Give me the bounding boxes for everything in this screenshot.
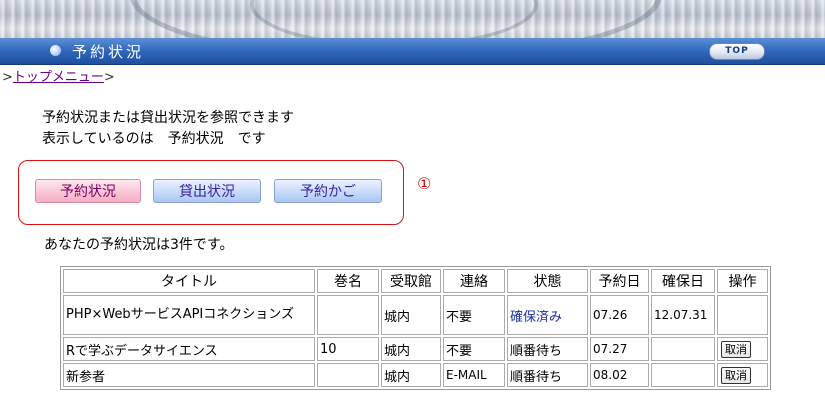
cancel-button[interactable]: 取消 — [721, 340, 751, 358]
table-row: PHP×WebサービスAPIコネクションズ 城内 不要 確保済み 07.26 1… — [63, 295, 768, 335]
cell-action: 取消 — [717, 337, 768, 361]
table-row: 新参者 城内 E-MAIL 順番待ち 08.02 取消 — [63, 363, 768, 387]
cell-contact: 不要 — [443, 295, 505, 335]
header-photo-banner — [0, 0, 825, 38]
annotation-marker: ① — [417, 174, 432, 193]
cell-status: 確保済み — [507, 295, 588, 335]
cancel-button[interactable]: 取消 — [721, 366, 751, 384]
col-header-pickup: 受取館 — [381, 269, 441, 293]
col-header-secured-date: 確保日 — [651, 269, 715, 293]
tab-reservation-cart[interactable]: 予約かご — [274, 179, 382, 203]
cell-secured-date — [651, 337, 715, 361]
cell-action: 取消 — [717, 363, 768, 387]
cell-reserved-date: 07.26 — [590, 295, 649, 335]
col-header-contact: 連絡 — [443, 269, 505, 293]
tab-reservation-status[interactable]: 予約状況 — [35, 179, 141, 203]
col-header-status: 状態 — [507, 269, 588, 293]
col-header-action: 操作 — [717, 269, 768, 293]
page-title: 予約状況 — [72, 43, 145, 61]
cell-reserved-date: 08.02 — [590, 363, 649, 387]
reservation-summary: あなたの予約状況は3件です。 — [44, 237, 234, 253]
top-button[interactable]: TOP — [709, 43, 765, 60]
reservation-table: タイトル 巻名 受取館 連絡 状態 予約日 確保日 操作 PHP×Webサービス… — [60, 266, 771, 390]
bullet-icon — [50, 45, 61, 56]
cell-pickup: 城内 — [381, 337, 441, 361]
intro-line-2: 表示しているのは 予約状況 です — [42, 131, 266, 147]
cell-status: 順番待ち — [507, 363, 588, 387]
col-header-reserved-date: 予約日 — [590, 269, 649, 293]
table-header-row: タイトル 巻名 受取館 連絡 状態 予約日 確保日 操作 — [63, 269, 768, 293]
breadcrumb-suffix: > — [103, 70, 115, 85]
cell-volume — [317, 363, 379, 387]
banner-arch-decoration-inner — [250, 0, 538, 38]
cell-contact: 不要 — [443, 337, 505, 361]
tab-loan-status[interactable]: 貸出状況 — [153, 179, 261, 203]
breadcrumb-prefix: > — [2, 70, 13, 85]
cell-title: Rで学ぶデータサイエンス — [63, 337, 315, 361]
intro-line-1: 予約状況または貸出状況を参照できます — [42, 110, 294, 126]
cell-pickup: 城内 — [381, 295, 441, 335]
breadcrumb-link-top-menu[interactable]: トップメニュー — [13, 70, 104, 85]
cell-volume — [317, 295, 379, 335]
cell-contact: E-MAIL — [443, 363, 505, 387]
col-header-volume: 巻名 — [317, 269, 379, 293]
cell-title: 新参者 — [63, 363, 315, 387]
cell-volume: 10 — [317, 337, 379, 361]
breadcrumb: >トップメニュー> — [2, 66, 115, 85]
cell-action — [717, 295, 768, 335]
view-switch-box: 予約状況 貸出状況 予約かご — [18, 160, 404, 225]
cell-secured-date — [651, 363, 715, 387]
title-bar: 予約状況 TOP — [0, 38, 825, 65]
cell-secured-date: 12.07.31 — [651, 295, 715, 335]
table-row: Rで学ぶデータサイエンス 10 城内 不要 順番待ち 07.27 取消 — [63, 337, 768, 361]
cell-status: 順番待ち — [507, 337, 588, 361]
cell-title: PHP×WebサービスAPIコネクションズ — [63, 295, 315, 335]
intro-text: 予約状況または貸出状況を参照できます 表示しているのは 予約状況 です — [42, 108, 294, 150]
cell-pickup: 城内 — [381, 363, 441, 387]
cell-reserved-date: 07.27 — [590, 337, 649, 361]
col-header-title: タイトル — [63, 269, 315, 293]
